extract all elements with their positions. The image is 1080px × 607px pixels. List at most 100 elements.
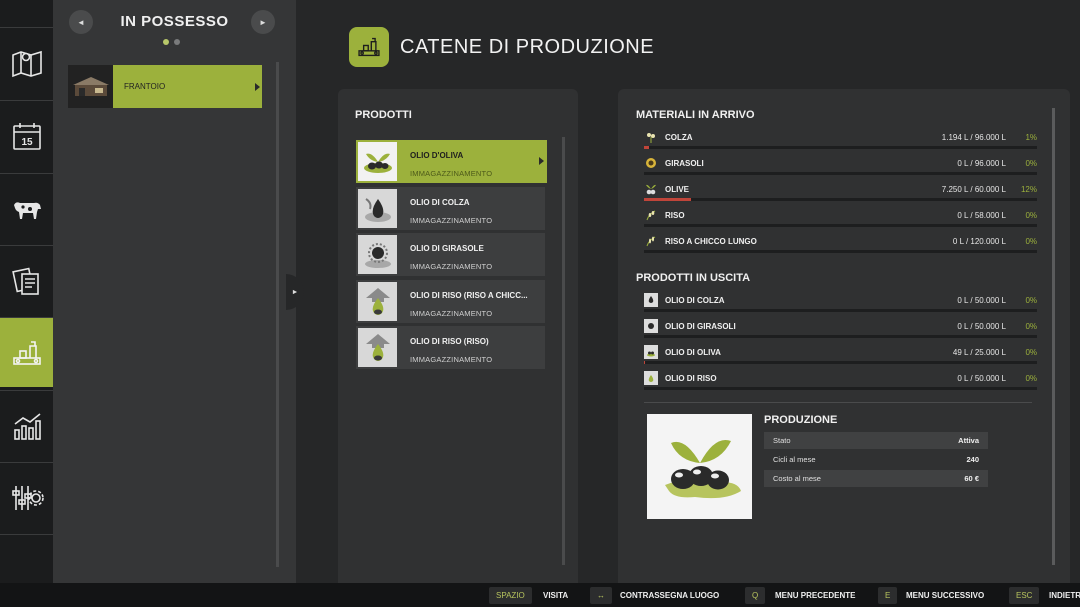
stat-status: Stato Attiva [764, 432, 988, 449]
production-icon [12, 340, 41, 365]
rice-oil-icon [365, 333, 390, 361]
key-hint-space[interactable]: SPAZIO [489, 587, 532, 604]
settings-menu-button[interactable] [0, 462, 53, 532]
map-icon [11, 50, 42, 77]
olive-oil-icon [644, 345, 658, 359]
owned-scrollbar[interactable] [276, 62, 279, 567]
product-name: OLIO DI RISO [665, 374, 717, 383]
incoming-row-olives: OLIVE 7.250 L / 60.000 L 12% [644, 181, 1037, 203]
material-amount: 0 L / 120.000 L [952, 237, 1006, 246]
product-name: OLIO DI COLZA [410, 198, 470, 207]
page-indicator [163, 39, 180, 45]
factory-icon [358, 37, 380, 57]
product-item-sunflower-oil[interactable]: OLIO DI GIRASOLE IMMAGAZZINAMENTO [356, 233, 545, 276]
product-name: OLIO DI GIRASOLE [410, 244, 484, 253]
product-item-rice-oil-long[interactable]: OLIO DI RISO (RISO A CHICC... IMMAGAZZIN… [356, 280, 545, 323]
key-hint-arrows[interactable]: ↔ [590, 587, 612, 604]
material-name: GIRASOLI [665, 159, 704, 168]
sunflower-oil-icon [644, 319, 658, 333]
action-mark-location[interactable]: CONTRASSEGNA LUOGO [620, 591, 719, 600]
product-name: OLIO DI RISO (RISO A CHICC... [410, 291, 528, 300]
outgoing-row-sunflower-oil: OLIO DI GIRASOLI 0 L / 50.000 L 0% [644, 318, 1037, 340]
rice-oil-thumbnail [358, 282, 397, 321]
rail-empty-slot [0, 534, 53, 583]
product-amount: 49 L / 25.000 L [952, 348, 1006, 357]
product-name: OLIO DI GIRASOLI [665, 322, 736, 331]
statistics-menu-button[interactable] [0, 390, 53, 460]
page-title: CATENE DI PRODUZIONE [400, 36, 655, 58]
material-name: COLZA [665, 133, 693, 142]
action-visit[interactable]: VISITA [543, 591, 568, 600]
calendar-icon: 15 [12, 122, 41, 150]
action-back[interactable]: INDIETRO [1049, 591, 1080, 600]
fill-level [644, 146, 649, 149]
page-dot-2 [174, 39, 180, 45]
material-amount: 1.194 L / 96.000 L [941, 133, 1006, 142]
stat-cost: Costo al mese 60 € [764, 470, 988, 487]
stat-value: 240 [966, 455, 979, 464]
product-name: OLIO DI OLIVA [665, 348, 721, 357]
calendar-menu-button[interactable]: 15 [0, 100, 53, 170]
product-name: OLIO DI COLZA [665, 296, 725, 305]
owned-item-label: FRANTOIO [124, 82, 166, 91]
canola-icon [644, 130, 658, 144]
fill-bar [644, 198, 1037, 201]
key-hint-q[interactable]: Q [745, 587, 766, 604]
animals-menu-button[interactable] [0, 173, 53, 243]
product-name: OLIO DI RISO (RISO) [410, 337, 489, 346]
contracts-icon [11, 267, 39, 295]
page-dot-1 [163, 39, 169, 45]
canola-oil-thumbnail [358, 189, 397, 228]
incoming-row-canola: COLZA 1.194 L / 96.000 L 1% [644, 129, 1037, 151]
outgoing-products-label: PRODOTTI IN USCITA [636, 272, 751, 284]
outgoing-row-canola-oil: OLIO DI COLZA 0 L / 50.000 L 0% [644, 292, 1037, 314]
contracts-menu-button[interactable] [0, 245, 53, 315]
incoming-row-sunflower: GIRASOLI 0 L / 96.000 L 0% [644, 155, 1037, 177]
sunflower-icon [644, 156, 658, 170]
long-grain-rice-icon [644, 234, 658, 248]
key-hint-esc[interactable]: ESC [1009, 587, 1040, 604]
production-menu-button[interactable] [0, 317, 59, 387]
product-item-rice-oil[interactable]: OLIO DI RISO (RISO) IMMAGAZZINAMENTO [356, 326, 545, 369]
product-item-canola-oil[interactable]: OLIO DI COLZA IMMAGAZZINAMENTO [356, 187, 545, 230]
map-menu-button[interactable] [0, 27, 53, 97]
collapse-panel-button[interactable]: ► [286, 274, 304, 310]
material-name: RISO [665, 211, 685, 220]
product-percent: 0% [1025, 348, 1037, 357]
product-percent: 0% [1025, 296, 1037, 305]
incoming-row-long-grain-rice: RISO A CHICCO LUNGO 0 L / 120.000 L 0% [644, 233, 1037, 255]
fill-level [644, 361, 645, 364]
olives-icon [644, 182, 658, 196]
action-previous-menu[interactable]: MENU PRECEDENTE [775, 591, 855, 600]
chevron-right-icon: ► [291, 288, 299, 296]
product-name: OLIO D'OLIVA [410, 151, 464, 160]
product-sub: IMMAGAZZINAMENTO [410, 309, 493, 318]
products-scrollbar[interactable] [562, 137, 565, 565]
olive-mill-thumbnail [68, 65, 113, 108]
olive-oil-icon [664, 439, 741, 498]
production-image [647, 414, 752, 519]
fill-level [644, 198, 692, 201]
stat-key: Costo al mese [773, 474, 821, 483]
key-hint-e[interactable]: E [878, 587, 898, 604]
fill-bar [644, 335, 1037, 338]
product-percent: 0% [1025, 374, 1037, 383]
fill-bar [644, 361, 1037, 364]
olive-oil-thumbnail [358, 142, 397, 181]
owned-item-frantoio[interactable]: FRANTOIO [68, 65, 262, 108]
material-name: RISO A CHICCO LUNGO [665, 237, 757, 246]
product-item-olive-oil[interactable]: OLIO D'OLIVA IMMAGAZZINAMENTO [356, 140, 547, 183]
product-sub: IMMAGAZZINAMENTO [410, 355, 493, 364]
statistics-icon [13, 412, 41, 440]
material-amount: 0 L / 96.000 L [957, 159, 1006, 168]
stat-key: Cicli al mese [773, 455, 816, 464]
livestock-icon [13, 201, 41, 219]
production-chains-screen: 15 ◄ IN POSSESSO ► FRANTOIO ► CATENE DI … [0, 0, 1080, 607]
action-next-menu[interactable]: MENU SUCCESSIVO [906, 591, 984, 600]
material-percent: 12% [1020, 185, 1037, 194]
olive-mill-icon [72, 76, 109, 96]
details-scrollbar[interactable] [1052, 108, 1055, 565]
owned-next-button[interactable]: ► [251, 10, 275, 34]
products-label: PRODOTTI [355, 109, 412, 121]
material-percent: 1% [1025, 133, 1037, 142]
